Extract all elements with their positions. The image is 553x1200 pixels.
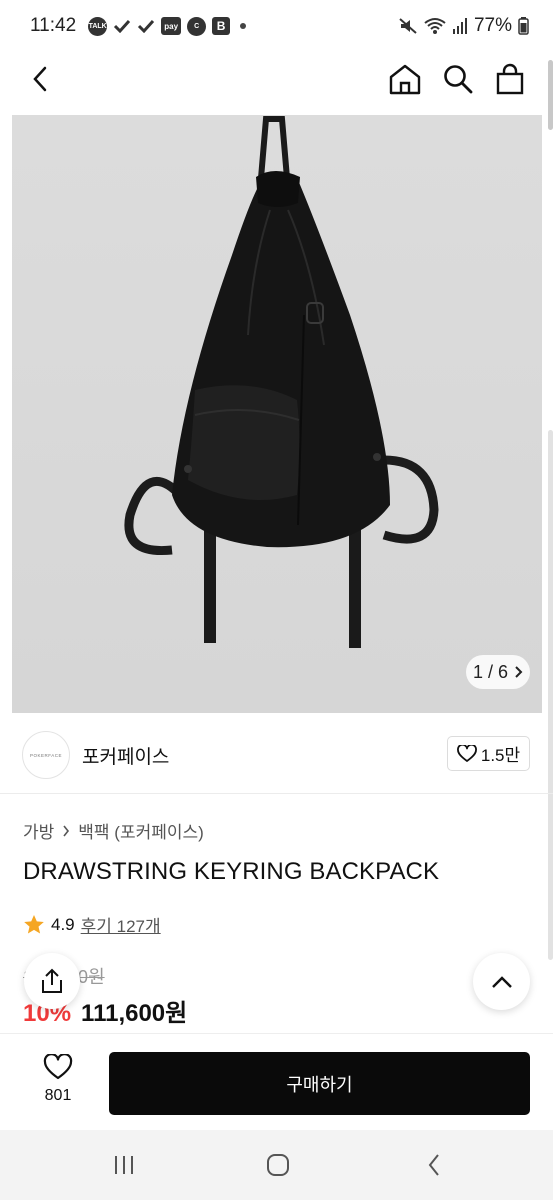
search-button[interactable] <box>437 58 479 100</box>
home-icon <box>389 64 421 95</box>
chevron-right-icon <box>515 666 523 678</box>
system-navigation-bar <box>0 1130 553 1200</box>
pay-icon: pay <box>161 17 182 35</box>
breadcrumb-subcategory[interactable]: 백팩 (포커페이스) <box>78 818 204 843</box>
shopping-bag-icon <box>496 63 524 95</box>
top-navigation <box>0 52 553 106</box>
signal-icon <box>452 17 468 35</box>
recent-apps-icon <box>115 1156 133 1174</box>
wishlist-button[interactable]: 801 <box>28 1054 88 1105</box>
home-button[interactable] <box>384 58 426 100</box>
kakaotalk-icon: TALK <box>88 16 108 36</box>
back-button[interactable] <box>19 58 61 100</box>
product-image-carousel[interactable]: 1 / 6 <box>12 115 542 713</box>
rating-row: 4.9 후기 127개 <box>23 912 161 937</box>
back-icon <box>428 1154 439 1176</box>
backpack-image <box>124 116 439 648</box>
rating-value: 4.9 <box>51 914 75 934</box>
star-icon <box>24 915 44 934</box>
status-bar: 11:42 TALK pay C B 77% <box>0 0 553 52</box>
brand-row[interactable]: POKERFACE 포커페이스 1.5만 <box>0 714 553 794</box>
battery-icon <box>518 17 529 35</box>
home-circle-icon <box>267 1154 289 1176</box>
breadcrumb: 가방 백팩 (포커페이스) <box>23 818 204 843</box>
bottom-action-bar: 801 구매하기 <box>0 1033 553 1130</box>
heart-icon <box>456 744 477 762</box>
chevron-up-icon <box>491 975 512 988</box>
breadcrumb-category[interactable]: 가방 <box>23 818 54 843</box>
status-right: 77% <box>398 15 529 37</box>
check-icon <box>113 19 131 33</box>
heart-icon <box>43 1054 73 1080</box>
product-title: DRAWSTRING KEYRING BACKPACK <box>23 858 440 885</box>
brand-name[interactable]: 포커페이스 <box>82 742 169 769</box>
chevron-left-icon <box>33 66 47 92</box>
status-left: 11:42 TALK pay C B <box>30 15 247 37</box>
brand-like-button[interactable]: 1.5만 <box>447 736 530 771</box>
brand-like-count: 1.5만 <box>480 746 521 765</box>
wifi-icon <box>424 17 446 35</box>
scrollbar-thumb[interactable] <box>548 430 553 960</box>
image-page-indicator[interactable]: 1 / 6 <box>466 655 530 689</box>
battery-percent: 77% <box>473 15 512 36</box>
recent-apps-button[interactable] <box>104 1148 144 1182</box>
chevron-right-icon <box>63 825 70 836</box>
wishlist-count: 801 <box>44 1087 72 1104</box>
system-back-button[interactable] <box>414 1148 454 1182</box>
check-icon <box>137 19 155 33</box>
buy-button[interactable]: 구매하기 <box>109 1052 530 1115</box>
sale-price: 111,600원 <box>81 1000 188 1027</box>
brand-logo[interactable]: POKERFACE <box>22 731 70 779</box>
cart-button[interactable] <box>489 58 531 100</box>
review-count-link[interactable]: 후기 127개 <box>81 912 161 937</box>
c-app-icon: C <box>187 16 207 36</box>
image-counter-text: 1 / 6 <box>472 661 509 682</box>
status-time: 11:42 <box>30 15 77 36</box>
b-app-icon: B <box>212 17 231 35</box>
more-notifications-dot-icon <box>240 23 247 29</box>
mute-icon <box>398 16 418 36</box>
share-button[interactable] <box>24 953 80 1009</box>
scrollbar-top-thumb[interactable] <box>548 60 553 130</box>
scroll-to-top-button[interactable] <box>473 953 530 1010</box>
system-home-button[interactable] <box>258 1148 298 1182</box>
share-icon <box>42 968 62 993</box>
search-icon <box>444 65 473 94</box>
